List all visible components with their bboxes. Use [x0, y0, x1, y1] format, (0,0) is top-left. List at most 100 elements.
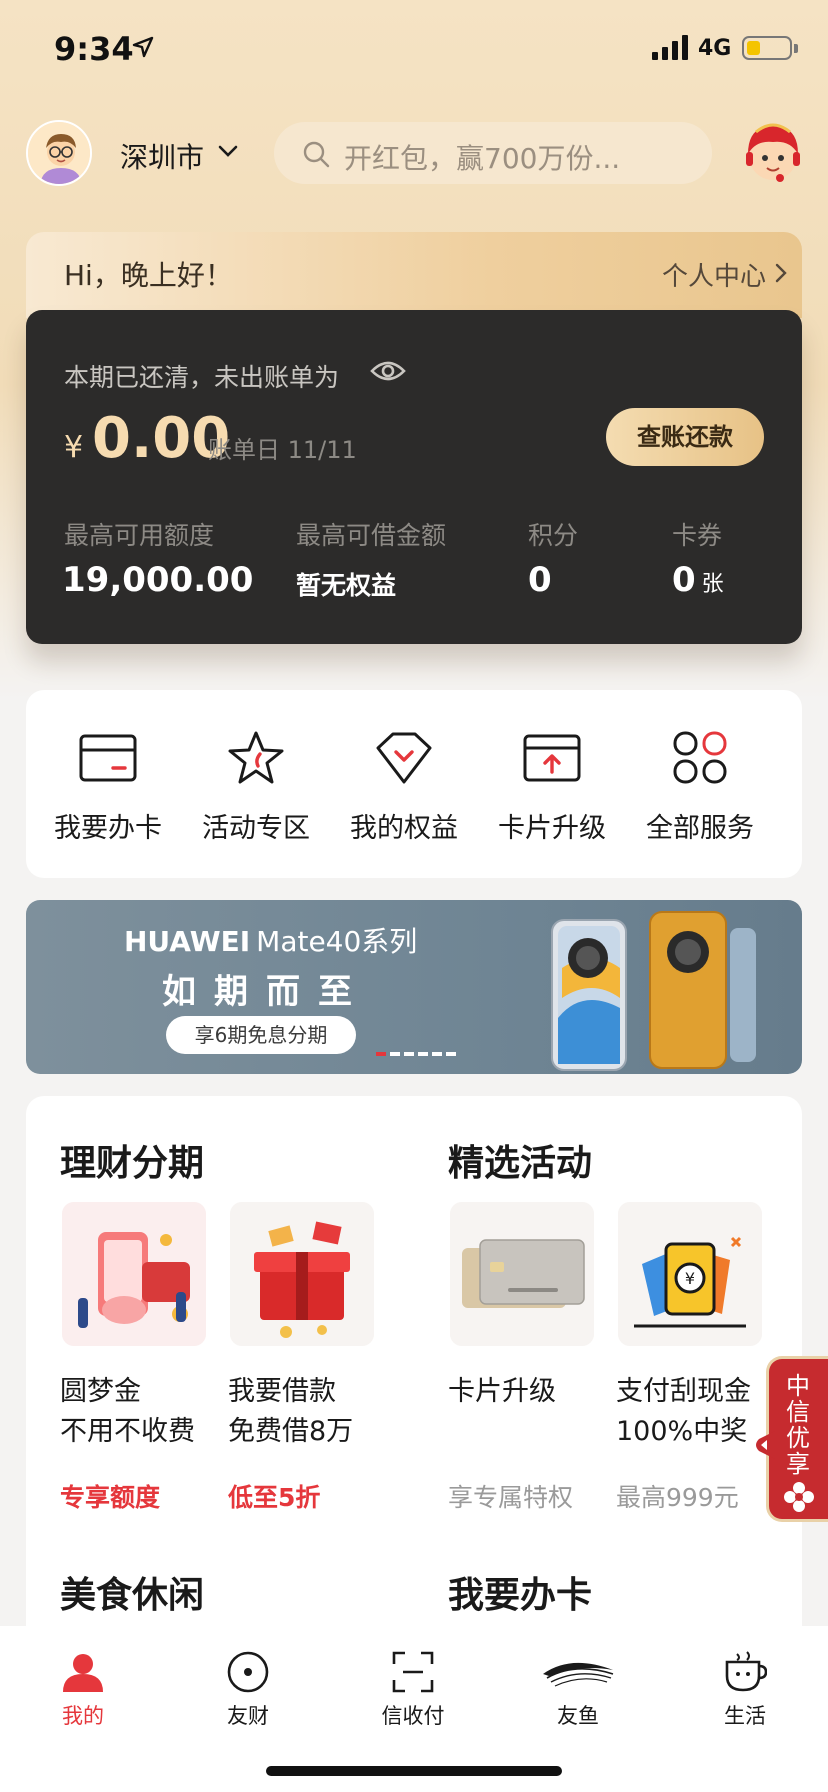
quick-benefits[interactable]: 我的权益	[339, 730, 469, 850]
tile-card-upgrade-line1: 卡片升级	[448, 1376, 556, 1407]
banner-model: Mate40系列	[256, 925, 418, 958]
network-type: 4G	[698, 36, 732, 61]
chevron-down-icon[interactable]	[218, 144, 238, 158]
tile-borrow-title: 我要借款免费借8万	[228, 1372, 353, 1452]
quick-activities-label: 活动专区	[202, 813, 310, 844]
quick-activities[interactable]: 活动专区	[191, 730, 321, 850]
battery-icon	[742, 36, 792, 60]
grid-icon	[673, 731, 727, 784]
nav-pay[interactable]: 信收付	[348, 1640, 478, 1740]
quick-apply-card[interactable]: 我要办卡	[43, 730, 173, 850]
tile-pay-scratch-line2: 100%中奖	[616, 1416, 748, 1447]
tile-borrow[interactable]	[230, 1202, 374, 1346]
coin-icon	[227, 1651, 269, 1693]
banner-brand: HUAWEI	[124, 925, 251, 958]
stat-label-credit-limit: 最高可用额度	[64, 521, 215, 550]
section-title-food: 美食休闲	[60, 1575, 205, 1616]
tile-dream-fund-tag: 专享额度	[60, 1483, 161, 1512]
card-icon	[79, 734, 137, 782]
diamond-icon	[376, 732, 432, 784]
bill-status-text: 本期已还清，未出账单为	[64, 363, 340, 392]
quick-card-upgrade-label: 卡片升级	[498, 813, 606, 844]
banner-installment-pill: 享6期免息分期	[166, 1016, 356, 1054]
greeting-bar: Hi，晚上好！ 个人中心	[26, 232, 802, 318]
gift-box-illustration-icon	[230, 1202, 374, 1346]
section-title-finance: 理财分期	[60, 1143, 205, 1184]
card-upgrade-icon	[523, 734, 581, 782]
nav-life-label: 生活	[724, 1704, 766, 1728]
stat-value-credit-limit[interactable]: 19,000.00	[62, 560, 253, 600]
banner-slogan: 如期而至	[162, 972, 370, 1012]
nav-wealth-label: 友财	[227, 1704, 269, 1728]
nav-fish-label: 友鱼	[557, 1704, 599, 1728]
tile-dream-fund-line1: 圆梦金	[60, 1376, 141, 1407]
check-and-repay-button[interactable]: 查账还款	[606, 408, 764, 466]
quick-all-services[interactable]: 全部服务	[635, 730, 765, 850]
carousel-dots[interactable]	[376, 1052, 456, 1056]
greeting-text: Hi，晚上好！	[64, 259, 233, 292]
status-bar: 9:34 4G	[0, 0, 828, 100]
location-arrow-icon	[132, 36, 154, 58]
tile-pay-scratch[interactable]: ¥	[618, 1202, 762, 1346]
phones-illustration-icon	[551, 911, 756, 1071]
stat-value-coupons[interactable]: 0张	[672, 560, 724, 600]
search-icon	[303, 141, 330, 168]
plus-icon	[784, 1482, 814, 1512]
tile-card-upgrade-title: 卡片升级	[448, 1372, 556, 1412]
chevron-right-icon[interactable]	[774, 262, 788, 284]
nav-life[interactable]: 生活	[680, 1640, 810, 1740]
lottery-ticket-illustration-icon: ¥	[618, 1202, 762, 1346]
coupon-unit: 张	[701, 572, 724, 597]
tile-card-upgrade-tag: 享专属特权	[448, 1483, 574, 1512]
quick-apply-card-label: 我要办卡	[54, 813, 162, 844]
nav-mine[interactable]: 我的	[18, 1640, 148, 1740]
search-placeholder: 开红包，赢700万份...	[344, 142, 621, 175]
cup-icon	[725, 1651, 767, 1692]
nav-pay-label: 信收付	[381, 1704, 445, 1728]
user-icon	[63, 1654, 103, 1692]
search-bar[interactable]: 开红包，赢700万份...	[274, 122, 712, 184]
tile-borrow-tag: 低至5折	[228, 1483, 321, 1512]
fish-icon	[543, 1662, 614, 1687]
arrow-left-icon	[756, 1431, 775, 1459]
quick-services: 我要办卡 活动专区 我的权益 卡片升级 全部服务	[26, 690, 802, 878]
quick-benefits-label: 我的权益	[350, 813, 458, 844]
nav-wealth[interactable]: 友财	[183, 1640, 313, 1740]
home-indicator[interactable]	[266, 1766, 562, 1776]
customer-service-icon[interactable]	[740, 118, 806, 188]
user-avatar[interactable]	[26, 120, 92, 186]
coupon-count: 0	[672, 560, 696, 600]
stat-label-coupons: 卡券	[672, 521, 723, 550]
promo-banner[interactable]: HUAWEI Mate40系列 如期而至 享6期免息分期	[26, 900, 802, 1074]
tile-pay-scratch-title: 支付刮现金 100%中奖	[616, 1372, 751, 1452]
city-selector[interactable]: 深圳市	[120, 136, 204, 176]
battery-tip	[794, 44, 798, 53]
tile-dream-fund-title: 圆梦金 不用不收费	[60, 1372, 195, 1452]
status-time: 9:34	[54, 30, 134, 68]
float-tab-text: 中信优享	[786, 1372, 810, 1478]
bill-day: 账单日 11/11	[208, 436, 357, 464]
tile-card-upgrade[interactable]	[450, 1202, 594, 1346]
quick-card-upgrade[interactable]: 卡片升级	[487, 730, 617, 850]
banner-headline: HUAWEI Mate40系列	[124, 920, 417, 960]
stat-label-loan-amount: 最高可借金额	[296, 521, 447, 550]
tile-dream-fund[interactable]	[62, 1202, 206, 1346]
stat-value-loan-amount[interactable]: 暂无权益	[296, 566, 396, 602]
citic-benefits-float[interactable]: 中信优享	[756, 1356, 828, 1522]
scan-icon	[392, 1651, 434, 1693]
tile-borrow-line1: 我要借款	[228, 1376, 336, 1407]
quick-all-services-label: 全部服务	[646, 813, 754, 844]
svg-text:¥: ¥	[685, 1269, 695, 1288]
account-card: 本期已还清，未出账单为 ¥ 0.00 账单日 11/11 查账还款 最高可用额度…	[26, 310, 802, 644]
tile-pay-scratch-tag: 最高999元	[616, 1483, 739, 1512]
tile-borrow-line2: 免费借8万	[228, 1416, 354, 1447]
stat-label-points: 积分	[528, 521, 579, 550]
dream-fund-illustration-icon	[62, 1202, 206, 1346]
section-title-apply-card: 我要办卡	[448, 1575, 593, 1616]
stat-value-points[interactable]: 0	[528, 560, 552, 600]
eye-icon[interactable]	[370, 358, 406, 384]
personal-center-link[interactable]: 个人中心	[662, 256, 766, 293]
nav-fish[interactable]: 友鱼	[513, 1640, 643, 1740]
platinum-card-illustration-icon	[450, 1202, 594, 1346]
currency-symbol: ¥	[64, 430, 84, 465]
